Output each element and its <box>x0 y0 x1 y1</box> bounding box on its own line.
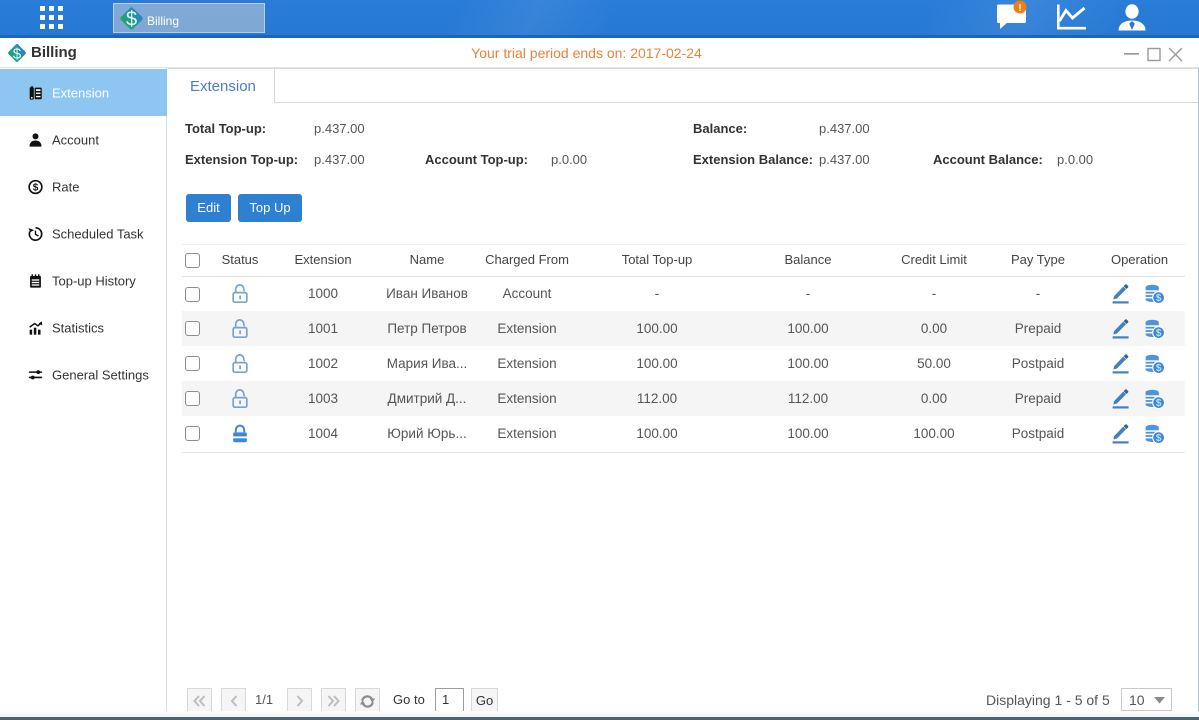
svg-text:!: ! <box>1018 3 1021 14</box>
svg-text:$: $ <box>126 9 137 31</box>
svg-text:$: $ <box>33 182 39 193</box>
